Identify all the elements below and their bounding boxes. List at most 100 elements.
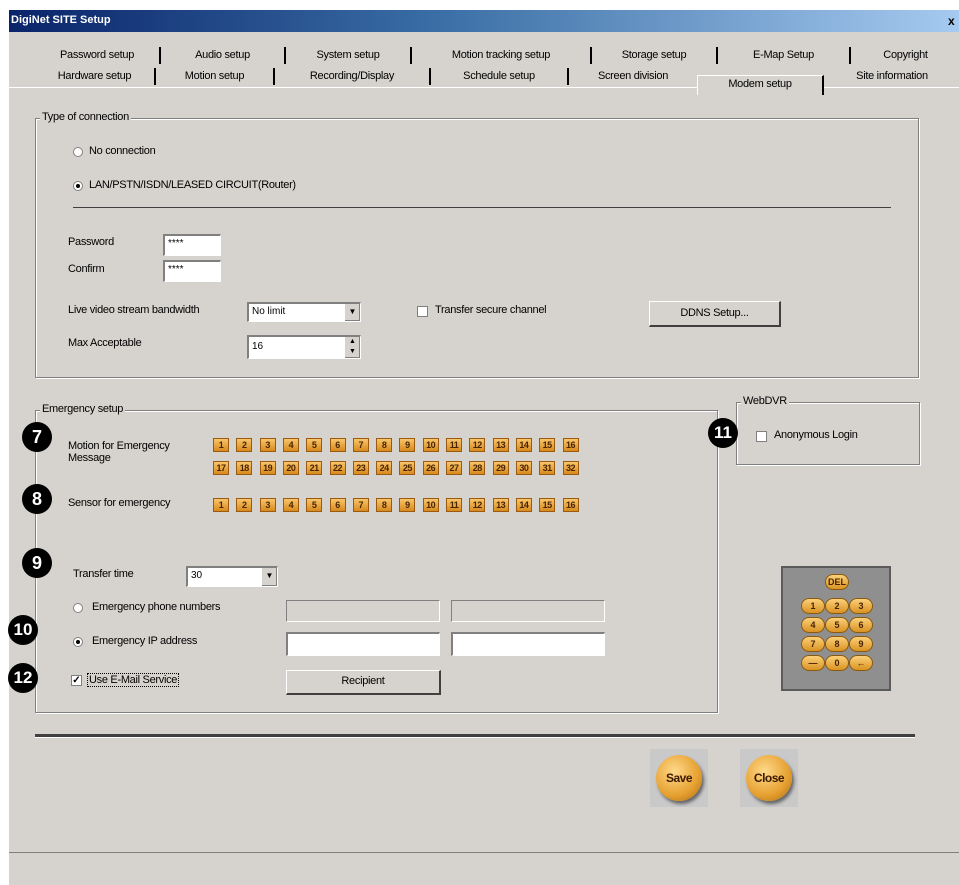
keypad-key[interactable]: 2 bbox=[825, 598, 849, 614]
motion-row1-button-7[interactable]: 7 bbox=[352, 438, 369, 452]
keypad-key[interactable]: 4 bbox=[801, 617, 825, 633]
ip-address-radio[interactable] bbox=[73, 637, 83, 647]
motion-row2-button-26[interactable]: 26 bbox=[422, 461, 439, 475]
motion-row1-button-8[interactable]: 8 bbox=[376, 438, 393, 452]
transfer-time-select[interactable]: 30 ▼ bbox=[186, 566, 278, 587]
sensor-row-button-12[interactable]: 12 bbox=[469, 498, 486, 512]
motion-row2-button-17[interactable]: 17 bbox=[213, 461, 229, 475]
bandwidth-select[interactable]: No limit ▼ bbox=[247, 302, 361, 322]
secure-channel-checkbox[interactable] bbox=[417, 306, 428, 317]
tab-modem-setup[interactable]: Modem setup bbox=[697, 75, 824, 95]
motion-row2-button-22[interactable]: 22 bbox=[329, 461, 346, 475]
close-button[interactable]: Close bbox=[740, 749, 798, 807]
motion-row1-button-1[interactable]: 1 bbox=[213, 438, 229, 452]
sensor-row-button-7[interactable]: 7 bbox=[352, 498, 369, 512]
keypad-key[interactable]: 3 bbox=[849, 598, 873, 614]
tab-emap-setup[interactable]: E-Map Setup bbox=[718, 47, 851, 64]
bottom-divider bbox=[35, 734, 915, 738]
tab-schedule-setup[interactable]: Schedule setup bbox=[431, 68, 569, 85]
sensor-row-button-13[interactable]: 13 bbox=[492, 498, 509, 512]
confirm-field[interactable]: **** bbox=[163, 260, 221, 282]
tab-audio-setup[interactable]: Audio setup bbox=[161, 47, 286, 64]
sensor-row-button-3[interactable]: 3 bbox=[259, 498, 276, 512]
chevron-down-icon[interactable]: ▼ bbox=[261, 568, 277, 586]
sensor-row-button-11[interactable]: 11 bbox=[446, 498, 462, 512]
sensor-row-button-4[interactable]: 4 bbox=[282, 498, 299, 512]
recipient-button[interactable]: Recipient bbox=[286, 670, 441, 695]
motion-row1-button-15[interactable]: 15 bbox=[539, 438, 556, 452]
keypad-key[interactable]: 0 bbox=[825, 655, 849, 671]
motion-row2-button-20[interactable]: 20 bbox=[282, 461, 299, 475]
motion-row2-button-25[interactable]: 25 bbox=[399, 461, 416, 475]
sensor-row-button-14[interactable]: 14 bbox=[515, 498, 532, 512]
motion-row2-button-30[interactable]: 30 bbox=[515, 461, 532, 475]
sensor-row-button-16[interactable]: 16 bbox=[562, 498, 579, 512]
email-service-checkbox[interactable]: ✓ bbox=[71, 675, 82, 686]
motion-row2-button-18[interactable]: 18 bbox=[236, 461, 253, 475]
motion-row1-button-10[interactable]: 10 bbox=[422, 438, 439, 452]
motion-row1-button-13[interactable]: 13 bbox=[492, 438, 509, 452]
sensor-row-button-5[interactable]: 5 bbox=[306, 498, 323, 512]
motion-row1-button-4[interactable]: 4 bbox=[282, 438, 299, 452]
tab-copyright[interactable]: Copyright bbox=[851, 47, 959, 64]
spinner-arrows-icon[interactable]: ▲ ▼ bbox=[344, 337, 360, 358]
keypad-minus-button[interactable]: — bbox=[801, 655, 825, 671]
ip-address-field-1[interactable] bbox=[286, 632, 440, 656]
motion-row2-button-32[interactable]: 32 bbox=[562, 461, 579, 475]
motion-row1-button-16[interactable]: 16 bbox=[562, 438, 579, 452]
tab-hardware-setup[interactable]: Hardware setup bbox=[35, 68, 156, 85]
motion-row1-button-3[interactable]: 3 bbox=[259, 438, 276, 452]
keypad-key[interactable]: 9 bbox=[849, 636, 873, 652]
sensor-row-button-8[interactable]: 8 bbox=[376, 498, 393, 512]
phone-numbers-radio[interactable] bbox=[73, 603, 83, 613]
sensor-row-button-2[interactable]: 2 bbox=[236, 498, 253, 512]
tab-screen-division[interactable]: Screen division bbox=[569, 68, 697, 85]
password-field[interactable]: **** bbox=[163, 234, 221, 256]
keypad-key[interactable]: 6 bbox=[849, 617, 873, 633]
motion-row1-button-2[interactable]: 2 bbox=[236, 438, 253, 452]
motion-row1-button-5[interactable]: 5 bbox=[306, 438, 323, 452]
motion-row1-button-14[interactable]: 14 bbox=[515, 438, 532, 452]
motion-row1-button-11[interactable]: 11 bbox=[446, 438, 462, 452]
sensor-row-button-15[interactable]: 15 bbox=[539, 498, 556, 512]
motion-row2-button-24[interactable]: 24 bbox=[376, 461, 393, 475]
no-connection-radio[interactable] bbox=[73, 147, 83, 157]
keypad-backspace-button[interactable]: ← bbox=[849, 655, 873, 671]
sensor-row-button-9[interactable]: 9 bbox=[399, 498, 416, 512]
motion-row2-button-31[interactable]: 31 bbox=[539, 461, 556, 475]
tab-recording-display[interactable]: Recording/Display bbox=[275, 68, 431, 85]
sensor-row-button-1[interactable]: 1 bbox=[213, 498, 229, 512]
sensor-row-button-10[interactable]: 10 bbox=[422, 498, 439, 512]
sensor-row-button-6[interactable]: 6 bbox=[329, 498, 346, 512]
max-acceptable-label: Max Acceptable bbox=[68, 337, 142, 349]
tab-site-information[interactable]: Site information bbox=[824, 68, 959, 85]
motion-row1-button-12[interactable]: 12 bbox=[469, 438, 486, 452]
motion-row1-button-6[interactable]: 6 bbox=[329, 438, 346, 452]
motion-row2-button-19[interactable]: 19 bbox=[259, 461, 276, 475]
tab-motion-tracking-setup[interactable]: Motion tracking setup bbox=[412, 47, 592, 64]
motion-row2-button-27[interactable]: 27 bbox=[446, 461, 462, 475]
tab-storage-setup[interactable]: Storage setup bbox=[592, 47, 718, 64]
motion-row2-button-21[interactable]: 21 bbox=[306, 461, 323, 475]
keypad-key[interactable]: 7 bbox=[801, 636, 825, 652]
save-button[interactable]: Save bbox=[650, 749, 708, 807]
keypad-key[interactable]: 8 bbox=[825, 636, 849, 652]
confirm-label: Confirm bbox=[68, 263, 105, 275]
keypad-key[interactable]: 1 bbox=[801, 598, 825, 614]
motion-row1-button-9[interactable]: 9 bbox=[399, 438, 416, 452]
tab-system-setup[interactable]: System setup bbox=[286, 47, 412, 64]
chevron-down-icon[interactable]: ▼ bbox=[344, 304, 360, 321]
motion-row2-button-29[interactable]: 29 bbox=[492, 461, 509, 475]
anonymous-login-checkbox[interactable] bbox=[756, 431, 767, 442]
lan-radio[interactable] bbox=[73, 181, 83, 191]
keypad-key[interactable]: 5 bbox=[825, 617, 849, 633]
motion-row2-button-23[interactable]: 23 bbox=[352, 461, 369, 475]
keypad-del-button[interactable]: DEL bbox=[825, 574, 849, 590]
tab-password-setup[interactable]: Password setup bbox=[35, 47, 161, 64]
max-acceptable-spinner[interactable]: 16 ▲ ▼ bbox=[247, 335, 361, 359]
ip-address-field-2[interactable] bbox=[451, 632, 605, 656]
close-window-icon[interactable]: x bbox=[948, 14, 959, 28]
ddns-setup-button[interactable]: DDNS Setup... bbox=[649, 301, 781, 327]
motion-row2-button-28[interactable]: 28 bbox=[469, 461, 486, 475]
tab-motion-setup[interactable]: Motion setup bbox=[156, 68, 275, 85]
